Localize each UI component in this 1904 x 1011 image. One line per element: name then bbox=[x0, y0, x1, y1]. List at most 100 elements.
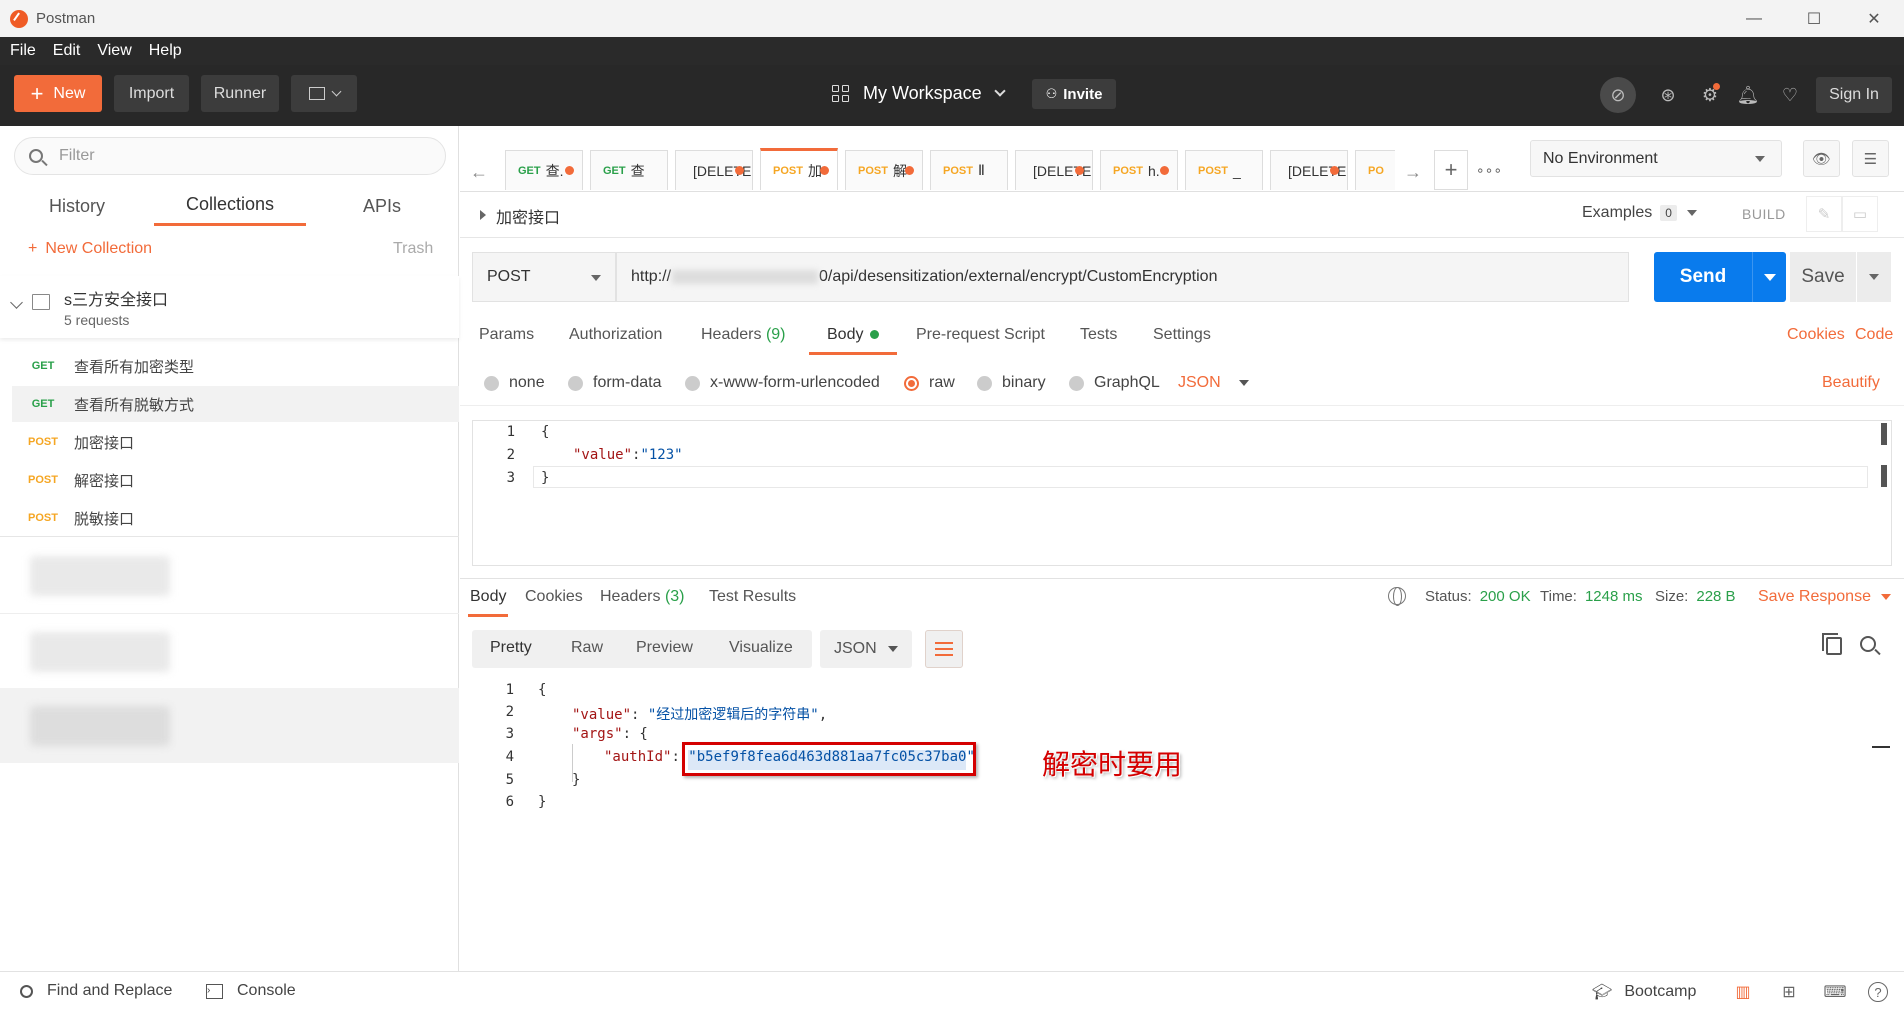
sliders-icon[interactable]: ☰ bbox=[1852, 140, 1889, 177]
editor-scrollbar[interactable] bbox=[1881, 423, 1887, 445]
response-scrollbar[interactable] bbox=[1872, 746, 1890, 748]
tab-response-headers[interactable]: Headers (3) bbox=[600, 588, 685, 606]
collection-item[interactable]: s三方安全接口 5 requests bbox=[0, 276, 459, 338]
blurred-collection[interactable] bbox=[0, 688, 459, 763]
url-input[interactable]: http://0/api/desensitization/external/en… bbox=[616, 252, 1629, 302]
format-pretty[interactable]: Pretty bbox=[490, 639, 532, 657]
request-tab[interactable]: [DELETE bbox=[1270, 150, 1348, 190]
tab-response-body[interactable]: Body bbox=[470, 588, 506, 606]
new-window-button[interactable] bbox=[291, 75, 357, 112]
menu-help[interactable]: Help bbox=[149, 42, 182, 60]
request-tab[interactable]: [DELETE bbox=[675, 150, 753, 190]
request-tab[interactable]: GET 查. bbox=[505, 150, 583, 190]
import-button[interactable]: Import bbox=[114, 75, 189, 112]
request-tab[interactable]: PO bbox=[1355, 150, 1395, 190]
tab-settings[interactable]: Settings bbox=[1153, 326, 1211, 344]
keyboard-icon[interactable]: ⌨ bbox=[1823, 982, 1846, 1002]
add-tab-button[interactable]: + bbox=[1434, 150, 1468, 190]
tab-test-results[interactable]: Test Results bbox=[709, 588, 796, 606]
code-link[interactable]: Code bbox=[1855, 326, 1893, 344]
sidebar-request-item[interactable]: GET 查看所有加密类型 bbox=[12, 348, 459, 384]
method-select[interactable]: POST bbox=[472, 252, 616, 302]
radio-form-data[interactable]: form-data bbox=[568, 374, 661, 392]
radio-raw[interactable]: raw bbox=[904, 374, 955, 392]
pencil-icon[interactable]: ✎ bbox=[1806, 196, 1842, 232]
trash-link[interactable]: Trash bbox=[393, 240, 433, 258]
sidebar-request-item[interactable]: POST 脱敏接口 bbox=[12, 500, 459, 536]
save-response-button[interactable]: Save Response bbox=[1758, 588, 1891, 606]
blurred-collection[interactable] bbox=[0, 613, 459, 688]
request-tab[interactable]: POST _ bbox=[1185, 150, 1263, 190]
beautify-link[interactable]: Beautify bbox=[1822, 374, 1880, 392]
sidebar-request-item[interactable]: POST 解密接口 bbox=[12, 462, 459, 498]
eye-icon[interactable]: 👁︎ bbox=[1803, 140, 1840, 177]
search-icon[interactable] bbox=[1860, 636, 1876, 652]
layout-grid-icon[interactable]: ⊞ bbox=[1779, 982, 1799, 1002]
sidebar-request-item[interactable]: GET 查看所有脱敏方式 bbox=[12, 386, 459, 422]
satellite-icon[interactable]: ⊛ bbox=[1650, 77, 1686, 113]
two-pane-view-icon[interactable]: ▥ bbox=[1733, 982, 1753, 1002]
chevron-down-icon[interactable] bbox=[10, 296, 23, 309]
menu-file[interactable]: File bbox=[10, 42, 36, 60]
examples-dropdown[interactable]: Examples 0 bbox=[1582, 204, 1697, 222]
format-preview[interactable]: Preview bbox=[636, 639, 693, 657]
send-button[interactable]: Send bbox=[1654, 252, 1752, 302]
caret-right-icon[interactable] bbox=[480, 210, 486, 220]
editor-scrollbar-thumb[interactable] bbox=[1881, 465, 1887, 487]
filter-input[interactable]: Filter bbox=[14, 137, 446, 175]
tab-history[interactable]: History bbox=[30, 186, 124, 226]
radio-binary[interactable]: binary bbox=[977, 374, 1046, 392]
globe-icon[interactable] bbox=[1388, 587, 1406, 606]
blurred-collection[interactable] bbox=[0, 538, 459, 613]
sign-in-button[interactable]: Sign In bbox=[1816, 77, 1892, 113]
notification-bell-icon[interactable]: 🔔︎ bbox=[1730, 77, 1766, 113]
help-icon[interactable]: ? bbox=[1868, 982, 1888, 1002]
menu-edit[interactable]: Edit bbox=[53, 42, 81, 60]
close-icon[interactable]: ✕ bbox=[1844, 0, 1904, 37]
runner-button[interactable]: Runner bbox=[201, 75, 279, 112]
radio-none[interactable]: none bbox=[484, 374, 545, 392]
maximize-icon[interactable]: ☐ bbox=[1784, 0, 1844, 37]
arrow-left-icon[interactable]: ← bbox=[470, 162, 488, 183]
body-format-select[interactable]: JSON bbox=[1178, 374, 1249, 392]
radio-graphql[interactable]: GraphQL bbox=[1069, 374, 1160, 392]
settings-gear-icon[interactable]: ⚙ bbox=[1692, 77, 1728, 113]
tab-response-cookies[interactable]: Cookies bbox=[525, 588, 583, 606]
heart-icon[interactable]: ♡ bbox=[1772, 77, 1808, 113]
radio-urlencoded[interactable]: x-www-form-urlencoded bbox=[685, 374, 880, 392]
minimize-icon[interactable]: — bbox=[1724, 0, 1784, 37]
send-options-dropdown[interactable] bbox=[1752, 252, 1786, 302]
request-tab[interactable]: POST Ⅱ bbox=[930, 150, 1008, 190]
tab-authorization[interactable]: Authorization bbox=[569, 326, 662, 344]
bootcamp-button[interactable]: 🎓︎ Bootcamp bbox=[1592, 982, 1696, 1002]
comment-icon[interactable]: ▭ bbox=[1842, 196, 1878, 232]
tab-apis[interactable]: APIs bbox=[335, 186, 429, 226]
environment-select[interactable]: No Environment bbox=[1530, 140, 1782, 177]
workspace-switcher[interactable]: My Workspace bbox=[832, 75, 1006, 112]
request-tab[interactable]: [DELETE bbox=[1015, 150, 1093, 190]
new-collection-button[interactable]: + New Collection bbox=[28, 240, 152, 258]
request-tab[interactable]: POST h. bbox=[1100, 150, 1178, 190]
tab-params[interactable]: Params bbox=[479, 326, 534, 344]
arrow-right-icon[interactable]: → bbox=[1404, 162, 1422, 183]
build-label[interactable]: BUILD bbox=[1742, 206, 1786, 222]
cookies-link[interactable]: Cookies bbox=[1787, 326, 1845, 344]
request-tab[interactable]: GET 查 bbox=[590, 150, 668, 190]
request-tab[interactable]: POST 解 bbox=[845, 150, 923, 190]
tab-tests[interactable]: Tests bbox=[1080, 326, 1117, 344]
invite-button[interactable]: ⚇ Invite bbox=[1032, 79, 1116, 109]
tab-prerequest-script[interactable]: Pre-request Script bbox=[916, 326, 1045, 344]
request-tab-active[interactable]: POST 加 bbox=[760, 148, 838, 190]
wrap-lines-icon[interactable] bbox=[925, 630, 963, 668]
tab-headers[interactable]: Headers (9) bbox=[701, 326, 786, 344]
menu-view[interactable]: View bbox=[97, 42, 131, 60]
format-visualize[interactable]: Visualize bbox=[729, 639, 793, 657]
response-language-select[interactable]: JSON bbox=[820, 630, 912, 668]
console-button[interactable]: › Console bbox=[206, 982, 296, 1000]
copy-icon[interactable] bbox=[1822, 633, 1842, 655]
find-replace-button[interactable]: Find and Replace bbox=[20, 982, 172, 1000]
more-tabs-icon[interactable]: ∘∘∘ bbox=[1472, 150, 1506, 190]
tab-collections[interactable]: Collections bbox=[154, 186, 306, 226]
new-button[interactable]: + New bbox=[14, 75, 102, 112]
format-raw[interactable]: Raw bbox=[571, 639, 603, 657]
